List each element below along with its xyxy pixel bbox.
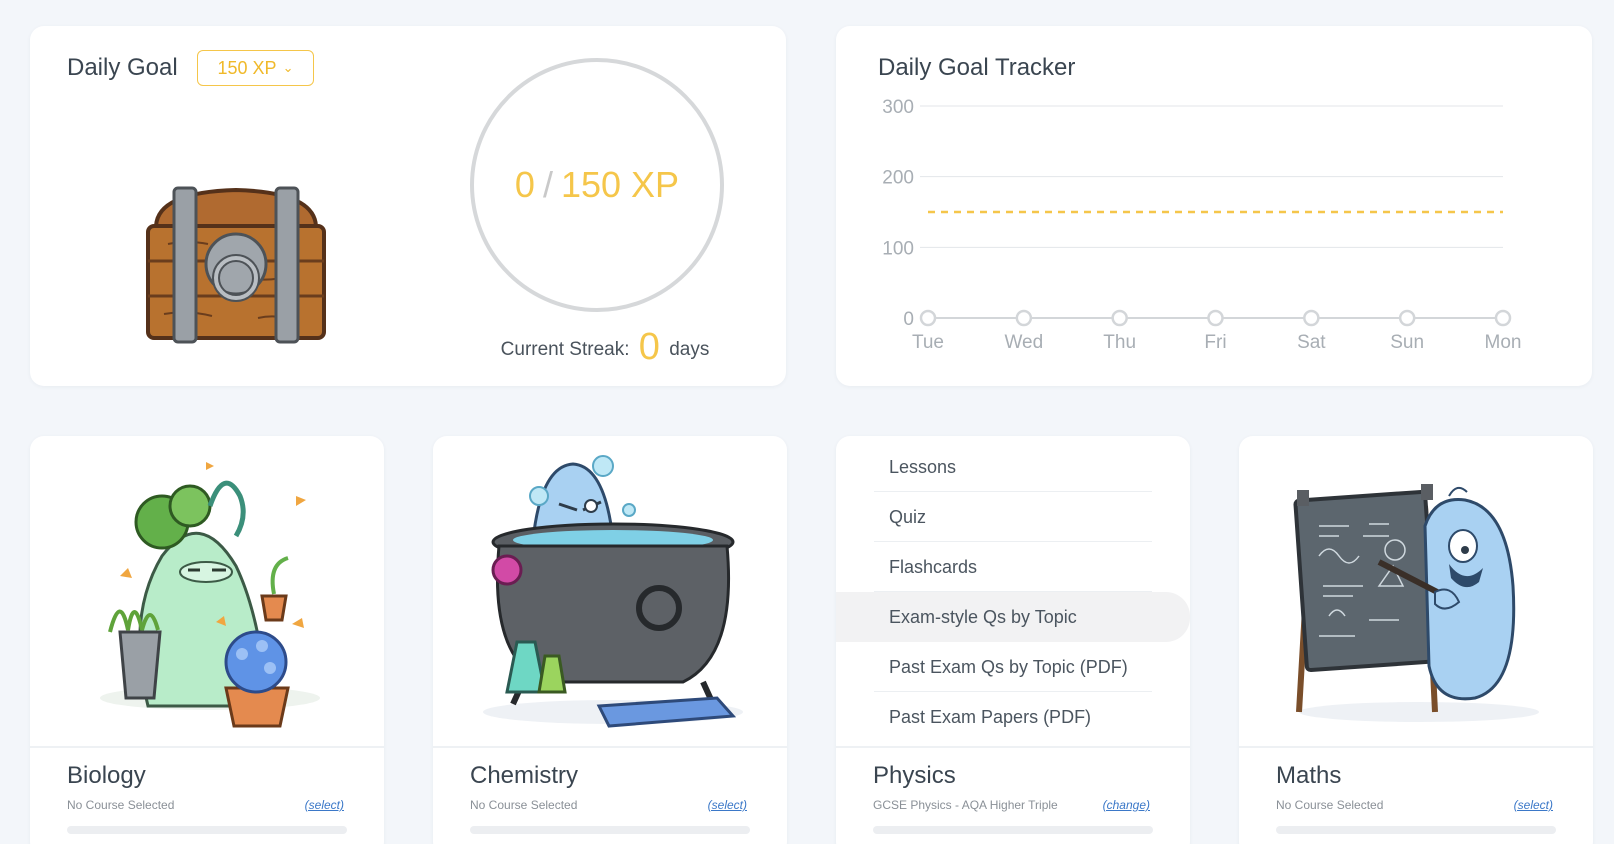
y-tick-label: 0 bbox=[903, 309, 914, 330]
daily-goal-card: Daily Goal 150 XP ⌄ 0 / 150 XP Current S… bbox=[30, 26, 786, 386]
subject-course: No Course Selected bbox=[1276, 798, 1384, 812]
card-divider bbox=[433, 746, 787, 748]
subject-name: Maths bbox=[1276, 762, 1342, 789]
daily-goal-select[interactable]: 150 XP ⌄ bbox=[197, 50, 314, 86]
data-point bbox=[1015, 309, 1033, 327]
treasure-chest-icon bbox=[146, 186, 326, 344]
course-progress-bar bbox=[470, 826, 750, 834]
data-point bbox=[1494, 309, 1512, 327]
y-tick-label: 300 bbox=[882, 97, 914, 118]
menu-item-lessons[interactable]: Lessons bbox=[836, 442, 1190, 492]
daily-goal-select-value: 150 XP bbox=[217, 57, 277, 78]
chemistry-mascot-icon bbox=[483, 455, 743, 728]
select-course-link[interactable]: (select) bbox=[708, 798, 747, 812]
subject-card-biology[interactable]: Biology No Course Selected (select) bbox=[30, 436, 384, 844]
x-tick-label: Sun bbox=[1390, 332, 1424, 353]
x-tick-label: Wed bbox=[1004, 332, 1043, 353]
change-course-link[interactable]: (change) bbox=[1103, 798, 1150, 812]
data-point bbox=[1111, 309, 1128, 327]
card-divider bbox=[1239, 746, 1593, 748]
subject-name: Physics bbox=[873, 762, 956, 789]
streak-value: 0 bbox=[638, 326, 660, 368]
subject-card-physics[interactable]: Lessons Quiz Flashcards Exam-style Qs by… bbox=[836, 436, 1190, 844]
subject-course: GCSE Physics - AQA Higher Triple bbox=[873, 798, 1058, 812]
course-progress-bar bbox=[67, 826, 347, 834]
biology-mascot-icon bbox=[100, 462, 320, 728]
x-tick-label: Sat bbox=[1297, 332, 1326, 353]
x-tick-label: Mon bbox=[1485, 332, 1522, 353]
x-tick-label: Tue bbox=[912, 332, 944, 353]
select-course-link[interactable]: (select) bbox=[305, 798, 344, 812]
subject-course: No Course Selected bbox=[67, 798, 175, 812]
y-tick-label: 200 bbox=[882, 168, 914, 189]
data-point bbox=[1303, 309, 1320, 327]
subject-card-chemistry[interactable]: Chemistry No Course Selected (select) bbox=[433, 436, 787, 844]
subject-name: Chemistry bbox=[470, 762, 579, 789]
chevron-down-icon: ⌄ bbox=[282, 60, 294, 75]
menu-item-exam-style-qs[interactable]: Exam-style Qs by Topic bbox=[836, 592, 1190, 642]
streak-label: Current Streak: bbox=[500, 339, 630, 360]
menu-item-past-exam-papers-pdf[interactable]: Past Exam Papers (PDF) bbox=[836, 692, 1190, 742]
subject-course: No Course Selected bbox=[470, 798, 578, 812]
xp-target: 150 XP bbox=[560, 164, 680, 205]
subject-name: Biology bbox=[67, 762, 146, 789]
xp-separator: / bbox=[542, 164, 553, 205]
data-point bbox=[919, 309, 937, 327]
y-tick-label: 100 bbox=[882, 238, 914, 259]
maths-mascot-icon bbox=[1293, 484, 1539, 722]
daily-goal-title: Daily Goal bbox=[67, 54, 178, 81]
menu-item-past-exam-qs-pdf[interactable]: Past Exam Qs by Topic (PDF) bbox=[836, 642, 1190, 692]
course-progress-bar bbox=[873, 826, 1153, 834]
xp-progress-ring: 0 / 150 XP bbox=[470, 58, 724, 312]
streak-unit: days bbox=[669, 339, 710, 360]
physics-resource-menu: Lessons Quiz Flashcards Exam-style Qs by… bbox=[836, 442, 1190, 742]
select-course-link[interactable]: (select) bbox=[1514, 798, 1553, 812]
current-streak: Current Streak: 0 days bbox=[490, 326, 720, 369]
menu-item-flashcards[interactable]: Flashcards bbox=[836, 542, 1190, 592]
menu-item-quiz[interactable]: Quiz bbox=[836, 492, 1190, 542]
tracker-title: Daily Goal Tracker bbox=[878, 54, 1076, 81]
subject-card-maths[interactable]: Maths No Course Selected (select) bbox=[1239, 436, 1593, 844]
data-point bbox=[1398, 309, 1416, 327]
data-point bbox=[1207, 309, 1224, 327]
xp-current: 0 bbox=[514, 164, 535, 205]
x-tick-label: Fri bbox=[1204, 332, 1226, 353]
daily-goal-tracker-card: 0 100 200 300 Tue Wed Thu Fri Sat Sun Mon Daily Go… bbox=[836, 26, 1592, 386]
card-divider bbox=[30, 746, 384, 748]
card-divider bbox=[836, 746, 1190, 748]
x-tick-label: Thu bbox=[1103, 332, 1136, 353]
course-progress-bar bbox=[1276, 826, 1556, 834]
